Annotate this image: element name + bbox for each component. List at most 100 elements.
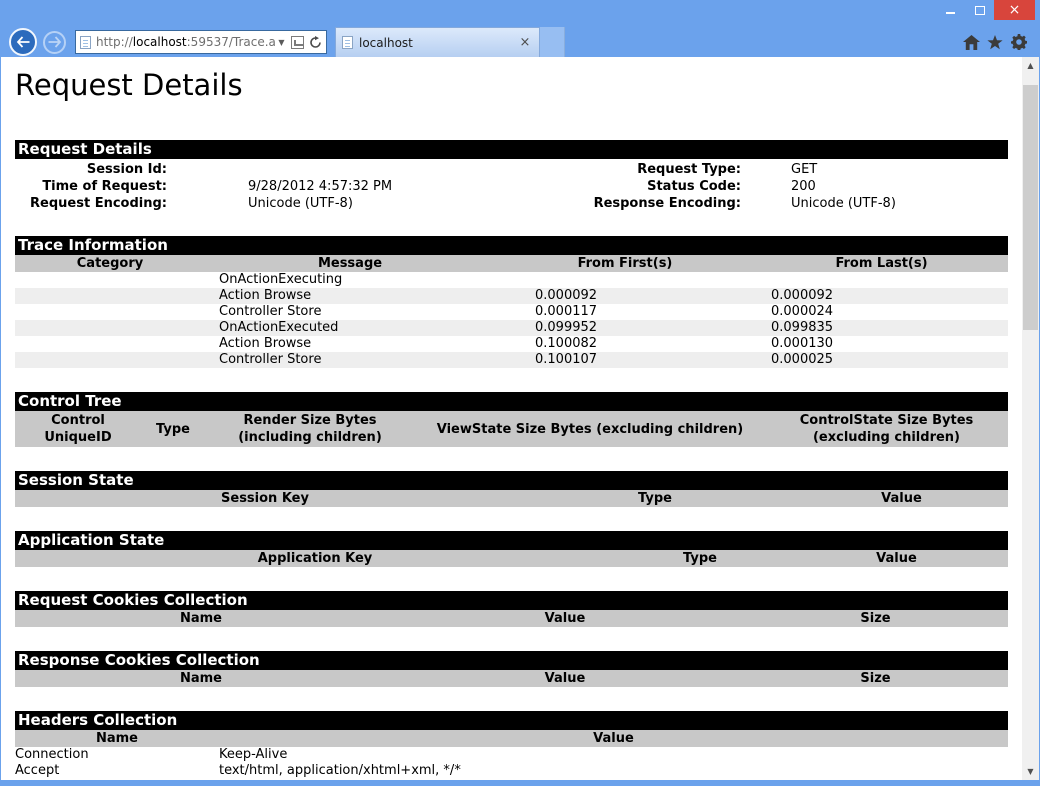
section-header: Control Tree (15, 392, 1008, 411)
trace-cell: 0.100107 (495, 352, 755, 368)
settings-gear-icon[interactable] (1007, 34, 1031, 50)
browser-window: × http://localhost:59537/Trace.a ▼ local… (0, 0, 1040, 786)
headers-column-headers: Name Value (15, 730, 1008, 747)
table-row: Controller Store 0.000117 0.000024 (15, 304, 1008, 320)
column-header: Control UniqueID (15, 411, 141, 447)
field-value: Unicode (UTF-8) (167, 195, 541, 212)
column-header: Value (785, 550, 1008, 567)
back-button[interactable] (9, 28, 37, 56)
trace-cell (755, 272, 1008, 288)
minimize-button[interactable] (936, 0, 965, 20)
trace-page: Request Details Request Details Session … (1, 57, 1022, 780)
maximize-button[interactable] (965, 0, 994, 20)
column-header: Value (219, 730, 1008, 747)
request-details-table: Session Id: Request Type: GET Time of Re… (15, 161, 1008, 212)
trace-cell: Action Browse (205, 336, 495, 352)
header-value: text/html, application/xhtml+xml, */* (219, 763, 1008, 779)
field-label: Request Encoding: (15, 195, 167, 212)
autocomplete-dropdown-icon[interactable]: ▼ (275, 38, 288, 47)
navbar-right-icons (959, 34, 1031, 50)
trace-cell (15, 320, 205, 336)
table-row: Connection Keep-Alive (15, 747, 1008, 763)
page-icon (80, 36, 91, 49)
scroll-up-arrow-icon[interactable]: ▲ (1022, 57, 1039, 74)
section-header: Headers Collection (15, 711, 1008, 730)
column-header: Size (743, 670, 1008, 687)
column-header: From First(s) (495, 255, 755, 272)
refresh-icon[interactable] (307, 36, 323, 49)
favicon (342, 36, 353, 49)
window-controls: × (936, 0, 1035, 20)
header-name: Accept (15, 763, 219, 779)
scrollbar-thumb[interactable] (1023, 85, 1038, 330)
column-header: Size (743, 610, 1008, 627)
section-header: Application State (15, 531, 1008, 550)
url-protocol: http:// (96, 35, 133, 49)
url-host: localhost (133, 35, 187, 49)
window-bottom-border (1, 780, 1039, 786)
trace-cell (15, 304, 205, 320)
column-header: ControlState Size Bytes (excluding child… (765, 411, 1008, 447)
column-header: Session Key (15, 490, 515, 507)
column-header: From Last(s) (755, 255, 1008, 272)
field-value: GET (741, 161, 1008, 178)
field-label: Status Code: (541, 178, 741, 195)
table-row: Action Browse 0.000092 0.000092 (15, 288, 1008, 304)
compatibility-view-icon[interactable] (291, 36, 304, 49)
section-request-details: Request Details Session Id: Request Type… (15, 140, 1008, 212)
navigation-bar: http://localhost:59537/Trace.a ▼ localho… (1, 27, 1039, 57)
favorites-star-icon[interactable] (983, 35, 1007, 50)
response-cookies-column-headers: Name Value Size (15, 670, 1008, 687)
trace-cell: OnActionExecuting (205, 272, 495, 288)
column-header: Name (15, 730, 219, 747)
trace-cell (15, 352, 205, 368)
section-header: Session State (15, 471, 1008, 490)
trace-cell: 0.100082 (495, 336, 755, 352)
vertical-scrollbar[interactable]: ▲ ▼ (1022, 57, 1039, 780)
column-header: Type (515, 490, 795, 507)
trace-cell (15, 336, 205, 352)
trace-cell: Controller Store (205, 304, 495, 320)
trace-cell: 0.099952 (495, 320, 755, 336)
section-header: Request Details (15, 140, 1008, 159)
home-icon[interactable] (959, 35, 983, 50)
field-label: Session Id: (15, 161, 167, 178)
column-header: Name (15, 610, 387, 627)
trace-cell: 0.000092 (755, 288, 1008, 304)
url-path: :59537/Trace.a (187, 35, 275, 49)
column-header: ViewState Size Bytes (excluding children… (415, 411, 765, 447)
address-bar[interactable]: http://localhost:59537/Trace.a ▼ (75, 30, 327, 54)
field-label: Time of Request: (15, 178, 167, 195)
close-button[interactable]: × (994, 0, 1035, 20)
tab-localhost[interactable]: localhost × (335, 27, 540, 57)
scroll-down-arrow-icon[interactable]: ▼ (1022, 763, 1039, 780)
tab-close-icon[interactable]: × (517, 35, 533, 50)
column-header: Type (141, 411, 205, 447)
header-name: Connection (15, 747, 219, 763)
trace-cell: 0.000117 (495, 304, 755, 320)
page-title: Request Details (15, 67, 1008, 103)
trace-cell: 0.000092 (495, 288, 755, 304)
table-row: OnActionExecuting (15, 272, 1008, 288)
session-state-column-headers: Session Key Type Value (15, 490, 1008, 507)
new-tab-button[interactable] (540, 27, 565, 57)
trace-cell (15, 288, 205, 304)
trace-cell: OnActionExecuted (205, 320, 495, 336)
table-row: Accept text/html, application/xhtml+xml,… (15, 763, 1008, 779)
section-control-tree: Control Tree Control UniqueID Type Rende… (15, 392, 1008, 447)
field-value: Unicode (UTF-8) (741, 195, 1008, 212)
column-header: Message (205, 255, 495, 272)
trace-cell: 0.000130 (755, 336, 1008, 352)
column-header: Category (15, 255, 205, 272)
column-header: Value (387, 610, 743, 627)
table-row: Controller Store 0.100107 0.000025 (15, 352, 1008, 368)
column-header: Value (387, 670, 743, 687)
column-header: Type (615, 550, 785, 567)
forward-button[interactable] (43, 31, 66, 54)
column-header: Name (15, 670, 387, 687)
section-request-cookies: Request Cookies Collection Name Value Si… (15, 591, 1008, 627)
minimize-icon (946, 12, 955, 14)
request-cookies-column-headers: Name Value Size (15, 610, 1008, 627)
column-header: Application Key (15, 550, 615, 567)
page-content: Request Details Request Details Session … (1, 57, 1039, 780)
